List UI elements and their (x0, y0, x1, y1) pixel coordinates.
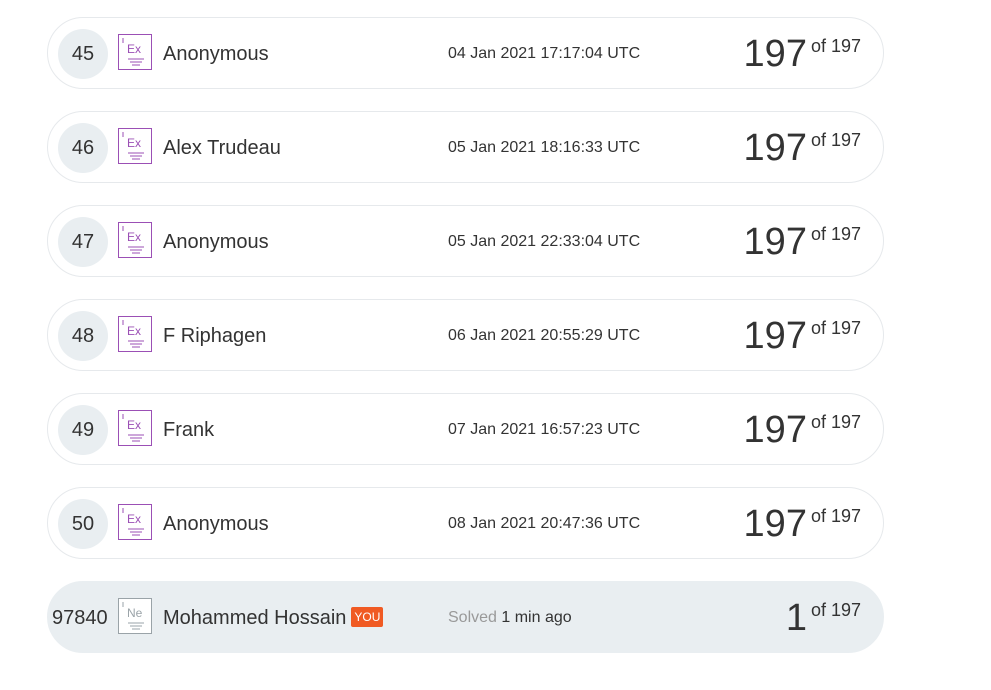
leaderboard-list: 45 Ex Anonymous 04 Jan 2021 17:17:04 UTC… (47, 17, 884, 675)
leaderboard-row[interactable]: 45 Ex Anonymous 04 Jan 2021 17:17:04 UTC… (47, 17, 884, 89)
your-name-text: Mohammed Hossain (163, 607, 347, 629)
you-tag: YOU (351, 607, 384, 627)
expert-badge-icon: Ex (118, 316, 152, 352)
completion-date: 07 Jan 2021 16:57:23 UTC (448, 421, 641, 438)
score-value: 197 (743, 503, 807, 545)
score: 197 of 197 (744, 314, 861, 358)
player-name[interactable]: F Riphagen (163, 323, 266, 349)
score-value: 197 (743, 33, 807, 75)
completion-date: 05 Jan 2021 18:16:33 UTC (448, 139, 641, 156)
leaderboard-row[interactable]: 46 Ex Alex Trudeau 05 Jan 2021 18:16:33 … (47, 111, 884, 183)
leaderboard-row[interactable]: 49 Ex Frank 07 Jan 2021 16:57:23 UTC 197… (47, 393, 884, 465)
solved-label: Solved (448, 609, 497, 626)
score: 197 of 197 (744, 408, 861, 452)
badge-label: Ex (127, 324, 141, 338)
expert-badge-icon: Ex (118, 410, 152, 446)
completion-date: 04 Jan 2021 17:17:04 UTC (448, 45, 641, 62)
rank-number: 50 (58, 499, 108, 549)
score-value: 197 (743, 127, 807, 169)
score-total: of 197 (810, 506, 861, 526)
completion-date: 05 Jan 2021 22:33:04 UTC (448, 233, 641, 250)
score-total: of 197 (810, 224, 861, 244)
rank-number: 48 (58, 311, 108, 361)
score: 197 of 197 (744, 220, 861, 264)
player-name[interactable]: Anonymous (163, 229, 269, 255)
player-name[interactable]: Frank (163, 417, 214, 443)
solved-time: 1 min ago (501, 609, 572, 626)
leaderboard-row[interactable]: 50 Ex Anonymous 08 Jan 2021 20:47:36 UTC… (47, 487, 884, 559)
your-score-value: 1 (785, 597, 807, 639)
score: 197 of 197 (744, 126, 861, 170)
your-rank: 97840 (52, 607, 108, 629)
expert-badge-icon: Ex (118, 222, 152, 258)
completion-date: 08 Jan 2021 20:47:36 UTC (448, 515, 641, 532)
your-name[interactable]: Mohammed Hossain YOU (163, 605, 384, 631)
player-name[interactable]: Anonymous (163, 41, 269, 67)
badge-label: Ne (127, 606, 143, 620)
score-total: of 197 (810, 412, 861, 432)
rank-number: 46 (58, 123, 108, 173)
rank-number: 45 (58, 29, 108, 79)
score-total: of 197 (810, 36, 861, 56)
expert-badge-icon: Ex (118, 504, 152, 540)
solved-status: Solved 1 min ago (448, 608, 572, 628)
score-total: of 197 (810, 318, 861, 338)
badge-label: Ex (127, 512, 141, 526)
score-total: of 197 (810, 130, 861, 150)
score: 197 of 197 (744, 32, 861, 76)
badge-label: Ex (127, 230, 141, 244)
newbie-badge-icon: Ne (118, 598, 152, 634)
your-score: 1 of 197 (786, 596, 861, 640)
expert-badge-icon: Ex (118, 128, 152, 164)
rank-number: 49 (58, 405, 108, 455)
completion-date: 06 Jan 2021 20:55:29 UTC (448, 327, 641, 344)
score-value: 197 (743, 409, 807, 451)
player-name[interactable]: Anonymous (163, 511, 269, 537)
leaderboard-row[interactable]: 48 Ex F Riphagen 06 Jan 2021 20:55:29 UT… (47, 299, 884, 371)
score-value: 197 (743, 315, 807, 357)
your-score-total: of 197 (810, 600, 861, 620)
leaderboard-row[interactable]: 47 Ex Anonymous 05 Jan 2021 22:33:04 UTC… (47, 205, 884, 277)
score: 197 of 197 (744, 502, 861, 546)
rank-number: 47 (58, 217, 108, 267)
badge-label: Ex (127, 418, 141, 432)
badge-label: Ex (127, 42, 141, 56)
score-value: 197 (743, 221, 807, 263)
your-row[interactable]: 97840 Ne Mohammed Hossain YOU Solved 1 mi… (47, 581, 884, 653)
player-name[interactable]: Alex Trudeau (163, 135, 281, 161)
expert-badge-icon: Ex (118, 34, 152, 70)
badge-label: Ex (127, 136, 141, 150)
